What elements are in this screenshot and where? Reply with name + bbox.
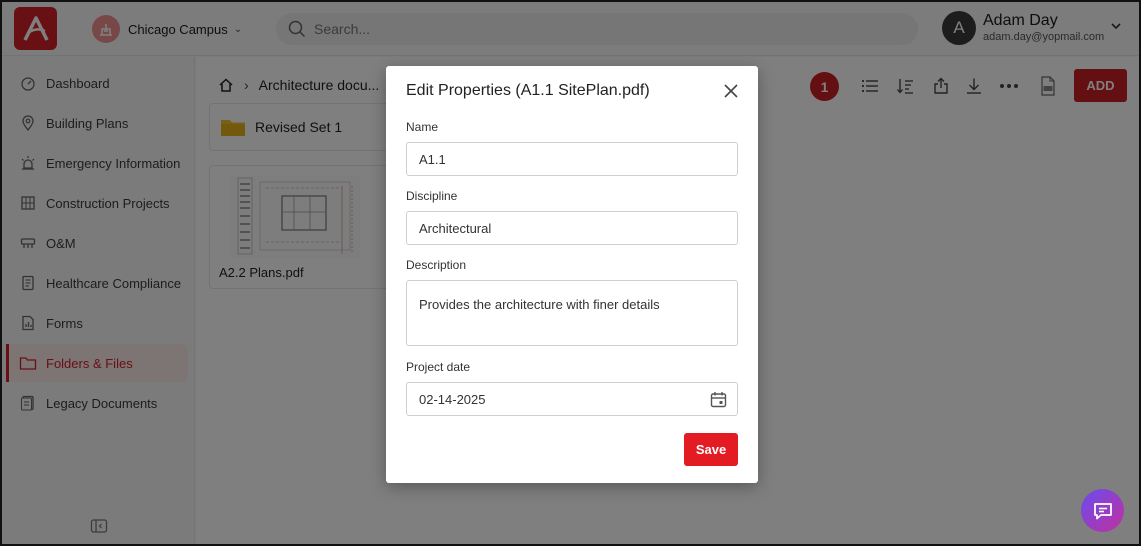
- name-label: Name: [406, 120, 439, 134]
- edit-properties-dialog: Edit Properties (A1.1 SitePlan.pdf) Name…: [386, 66, 758, 483]
- discipline-label: Discipline: [406, 189, 458, 203]
- discipline-field[interactable]: Architectural: [406, 211, 738, 245]
- chat-icon: [1093, 502, 1112, 519]
- close-icon[interactable]: [723, 83, 739, 99]
- project-date-value: 02-14-2025: [419, 391, 486, 407]
- project-date-label: Project date: [406, 360, 471, 374]
- description-label: Description: [406, 258, 467, 272]
- app-frame: Chicago Campus ⌄ A Adam Day adam.day@yop…: [0, 0, 1141, 546]
- dialog-title: Edit Properties (A1.1 SitePlan.pdf): [406, 82, 650, 99]
- calendar-icon[interactable]: [710, 391, 727, 408]
- description-field[interactable]: Provides the architecture with finer det…: [406, 280, 738, 346]
- save-button[interactable]: Save: [684, 433, 738, 466]
- project-date-field[interactable]: 02-14-2025: [406, 382, 738, 416]
- name-field[interactable]: A1.1: [406, 142, 738, 176]
- chat-button[interactable]: [1081, 489, 1124, 532]
